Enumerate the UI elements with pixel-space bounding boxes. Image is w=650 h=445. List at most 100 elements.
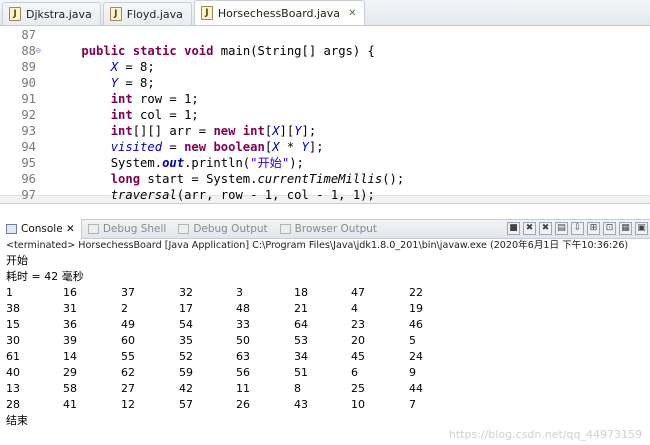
board-cell: 40 (6, 366, 20, 379)
board-cell: 46 (409, 318, 423, 331)
close-tab-icon[interactable]: ✕ (348, 8, 356, 19)
code-text: X = 8; (52, 59, 155, 75)
output-end-line: 结束 (6, 414, 28, 427)
board-cell: 23 (351, 318, 365, 331)
board-cell: 11 (236, 382, 250, 395)
board-cell: 1 (6, 286, 13, 299)
code-text: traversal(arr, row - 1, col - 1, 1); (52, 187, 375, 203)
code-line[interactable]: 90 Y = 8; (0, 75, 650, 91)
code-token: static (132, 44, 177, 58)
board-row: 40 29 62 59 56 51 6 9 (0, 365, 650, 381)
board-cell: 10 (351, 398, 365, 411)
code-token: ]; (301, 124, 317, 138)
board-row: 61 14 55 52 63 34 45 24 (0, 349, 650, 365)
show-console-icon[interactable]: ⊡ (603, 222, 616, 235)
board-cell: 15 (6, 318, 20, 331)
line-number: 97 (21, 188, 36, 202)
board-cell: 30 (6, 334, 20, 347)
editor-tab-2[interactable]: J HorsechessBoard.java ✕ (193, 0, 366, 25)
board-cell: 57 (179, 398, 193, 411)
display-selected-console-icon[interactable]: ▦ (619, 222, 632, 235)
code-line[interactable]: 92 int col = 1; (0, 107, 650, 123)
board-cell: 54 (179, 318, 193, 331)
board-cell: 60 (121, 334, 135, 347)
code-line[interactable]: 96 long start = System.currentTimeMillis… (0, 171, 650, 187)
code-token: .println( (184, 156, 251, 170)
code-line[interactable]: 97 traversal(arr, row - 1, col - 1, 1); (0, 187, 650, 203)
board-cell: 13 (6, 382, 20, 395)
code-line[interactable]: 91 int row = 1; (0, 91, 650, 107)
board-cell: 17 (179, 302, 193, 315)
code-line[interactable]: 89 X = 8; (0, 59, 650, 75)
code-editor[interactable]: 87 88 ⊖ public static void main(String[] a… (0, 26, 650, 204)
board-cell: 31 (63, 302, 77, 315)
console-tab-1[interactable]: Debug Shell (82, 220, 172, 239)
board-row: 1 16 37 32 3 18 47 22 (0, 285, 650, 301)
code-line[interactable]: 95 System.out.println("开始"); (0, 155, 650, 171)
code-token: (); (382, 172, 405, 186)
fold-toggle-icon[interactable]: ⊖ (36, 47, 44, 55)
code-token: out (162, 156, 185, 170)
code-text: System.out.println("开始"); (52, 155, 304, 171)
code-line[interactable]: 94 visited = new boolean[X * Y]; (0, 139, 650, 155)
console-tab-3[interactable]: Browser Output (274, 220, 383, 239)
code-token: boolean (213, 140, 265, 154)
board-cell: 24 (409, 350, 423, 363)
board-cell: 49 (121, 318, 135, 331)
editor-tab-label: Floyd.java (126, 7, 183, 21)
line-number: 90 (21, 76, 36, 90)
open-console-icon[interactable]: ▣ (635, 222, 648, 235)
code-line[interactable]: 87 (0, 27, 650, 43)
remove-launch-icon[interactable]: ✖ (523, 222, 536, 235)
terminate-icon[interactable]: ■ (507, 222, 520, 235)
console-tab-0[interactable]: Console ✕ (0, 219, 82, 239)
code-token: X (272, 124, 280, 138)
console-output[interactable]: <terminated> HorsechessBoard [Java Appli… (0, 240, 650, 445)
browser-output-icon (279, 224, 291, 234)
console-tab-2[interactable]: Debug Output (172, 220, 273, 239)
line-number: 96 (21, 172, 36, 186)
board-cell: 59 (179, 366, 193, 379)
board-cell: 16 (63, 286, 77, 299)
code-line[interactable]: 88 ⊖ public static void main(String[] arg… (0, 43, 650, 59)
clear-console-icon[interactable]: ▤ (555, 222, 568, 235)
editor-tab-label: HorsechessBoard.java (217, 6, 341, 20)
scroll-lock-icon[interactable]: ⇩ (571, 222, 584, 235)
board-cell: 53 (294, 334, 308, 347)
output-start-line: 开始 (6, 254, 28, 267)
board-cell: 18 (294, 286, 308, 299)
board-cell: 26 (236, 398, 250, 411)
board-cell: 50 (236, 334, 250, 347)
code-token: long (110, 172, 141, 186)
code-token: visited (110, 140, 163, 154)
board-cell: 36 (63, 318, 77, 331)
board-cell: 42 (179, 382, 193, 395)
board-cell: 28 (6, 398, 20, 411)
code-token: "开始" (250, 156, 290, 170)
code-line[interactable]: 93 int[][] arr = new int[X][Y]; (0, 123, 650, 139)
code-text: Y = 8; (52, 75, 155, 91)
board-cell: 56 (236, 366, 250, 379)
board-cell: 58 (63, 382, 77, 395)
code-token: public (81, 44, 126, 58)
board-cell: 64 (294, 318, 308, 331)
board-cell: 7 (409, 398, 416, 411)
code-text: int[][] arr = new int[X][Y]; (52, 123, 317, 139)
board-cell: 39 (63, 334, 77, 347)
editor-tab-1[interactable]: J Floyd.java (102, 2, 192, 25)
word-wrap-icon[interactable]: ⊞ (587, 222, 600, 235)
code-token: * (279, 140, 302, 154)
code-token: new (213, 124, 236, 138)
board-cell: 34 (294, 350, 308, 363)
editor-tab-0[interactable]: J Djkstra.java (2, 2, 101, 25)
board-cell: 41 (63, 398, 77, 411)
board-row: 15 36 49 54 33 64 23 46 (0, 317, 650, 333)
board-cell: 3 (236, 286, 243, 299)
remove-all-icon[interactable]: ✖ (539, 222, 552, 235)
